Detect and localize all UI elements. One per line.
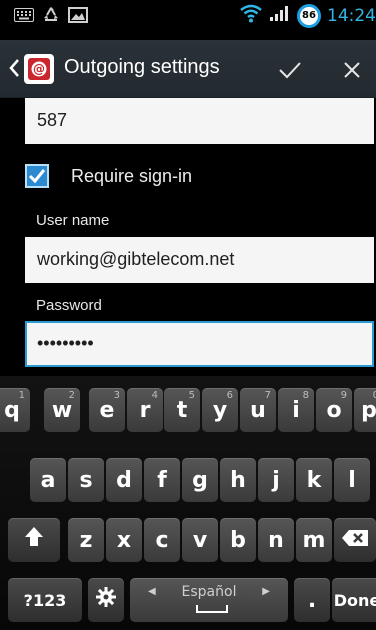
key-u[interactable]: 7u	[240, 388, 276, 432]
status-right-icons: 86 14:24	[239, 3, 376, 28]
back-icon[interactable]	[8, 58, 20, 83]
key-q[interactable]: 1q	[0, 388, 30, 432]
key-e[interactable]: 3e	[89, 388, 125, 432]
close-icon[interactable]	[334, 52, 370, 88]
password-label: Password	[36, 297, 102, 314]
keyboard-icon	[14, 7, 34, 27]
recycle-icon	[42, 6, 60, 28]
key-t[interactable]: 5t	[164, 388, 200, 432]
svg-text:@: @	[33, 62, 45, 76]
period-key[interactable]: .	[294, 578, 330, 622]
key-p[interactable]: 0p	[354, 388, 376, 432]
key-h[interactable]: h	[220, 458, 256, 502]
key-g[interactable]: g	[182, 458, 218, 502]
key-j[interactable]: j	[258, 458, 294, 502]
email-app-icon[interactable]: @	[24, 54, 54, 84]
username-field[interactable]: working@gibtelecom.net	[25, 237, 374, 283]
key-l[interactable]: l	[334, 458, 370, 502]
action-bar: @ Outgoing settings	[0, 40, 376, 98]
battery-icon: 86	[297, 3, 321, 28]
key-o[interactable]: 9o	[316, 388, 352, 432]
page-title: Outgoing settings	[64, 56, 220, 78]
key-m[interactable]: m	[296, 518, 332, 562]
require-signin-label: Require sign-in	[71, 165, 193, 186]
key-f[interactable]: f	[144, 458, 180, 502]
space-bar-icon	[196, 605, 228, 613]
key-i[interactable]: 8i	[278, 388, 314, 432]
key-x[interactable]: x	[106, 518, 142, 562]
password-field[interactable]: •••••••••	[25, 321, 374, 367]
shift-icon	[24, 526, 44, 554]
shift-key[interactable]	[8, 518, 60, 562]
settings-key[interactable]	[88, 578, 124, 622]
gear-icon	[95, 586, 117, 614]
space-key[interactable]: ◀ Español ▶	[130, 578, 288, 622]
key-b[interactable]: b	[220, 518, 256, 562]
key-z[interactable]: z	[68, 518, 104, 562]
outgoing-settings-form: 587 Require sign-in User name working@gi…	[0, 98, 376, 376]
key-r[interactable]: 4r	[127, 388, 163, 432]
image-icon	[68, 6, 88, 28]
key-v[interactable]: v	[182, 518, 218, 562]
signal-icon	[269, 4, 291, 27]
port-field[interactable]: 587	[25, 98, 374, 144]
key-k[interactable]: k	[296, 458, 332, 502]
key-d[interactable]: d	[106, 458, 142, 502]
status-left-icons	[14, 6, 88, 28]
username-label: User name	[36, 212, 110, 229]
key-y[interactable]: 6y	[202, 388, 238, 432]
status-time: 14:24	[327, 5, 376, 26]
done-key[interactable]: Done	[332, 578, 376, 622]
soft-keyboard: 1q 2w 3e 4r 5t 6y 7u 8i 9o 0p a s d f g …	[0, 376, 376, 630]
status-bar: 86 14:24	[0, 0, 376, 30]
key-s[interactable]: s	[68, 458, 104, 502]
space-right-arrow-icon: ▶	[262, 586, 270, 597]
key-c[interactable]: c	[144, 518, 180, 562]
wifi-icon	[239, 3, 263, 28]
require-signin-row[interactable]: Require sign-in	[25, 164, 192, 188]
symbols-key[interactable]: ?123	[8, 578, 82, 622]
backspace-key[interactable]	[334, 518, 376, 562]
done-check-icon[interactable]	[272, 52, 308, 88]
key-a[interactable]: a	[30, 458, 66, 502]
key-w[interactable]: 2w	[44, 388, 80, 432]
key-n[interactable]: n	[258, 518, 294, 562]
backspace-icon	[341, 528, 369, 553]
require-signin-checkbox[interactable]	[25, 164, 49, 188]
